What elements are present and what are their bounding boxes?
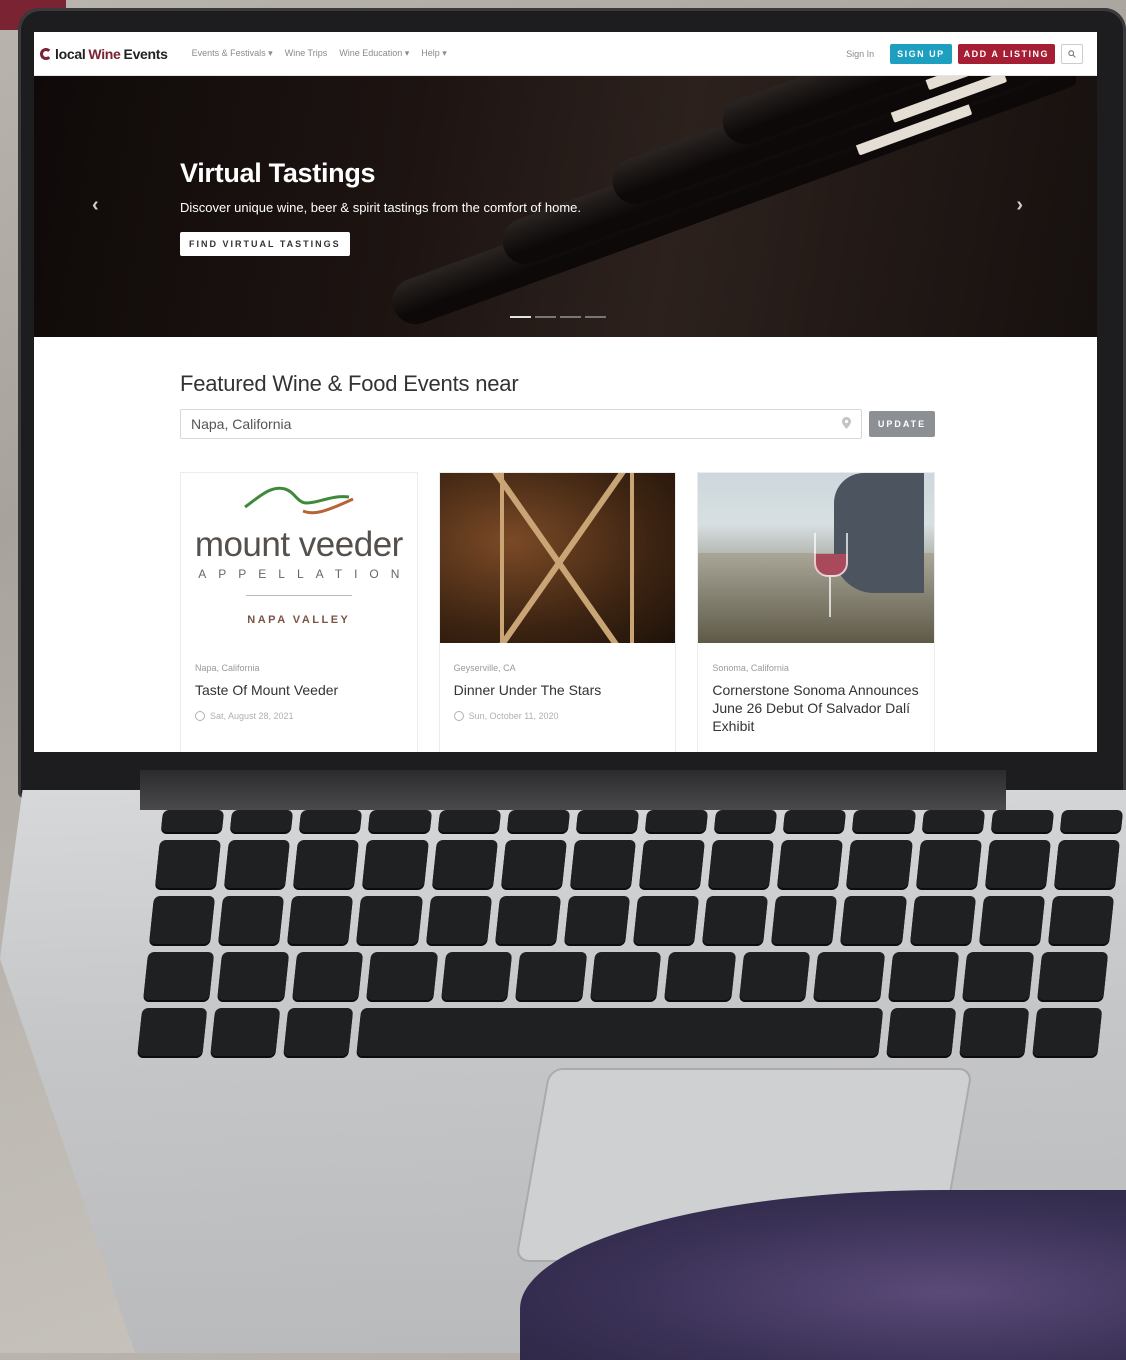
card-location: Geyserville, CA [453, 663, 516, 673]
card-date: Sun, October 11, 2020 [453, 711, 662, 721]
mountain-logo-icon [243, 486, 354, 515]
location-input[interactable]: Napa, California [180, 409, 862, 439]
map-pin-icon [842, 416, 851, 432]
napa-valley-wordmark: NAPA VALLEY [247, 614, 351, 626]
featured-events-section: Featured Wine & Food Events near Napa, C… [34, 371, 1097, 752]
featured-title: Featured Wine & Food Events near [180, 371, 519, 396]
card-date-text: Sun, October 11, 2020 [468, 711, 559, 721]
sign-up-button[interactable]: SIGN UP [890, 43, 952, 64]
search-button[interactable] [1061, 43, 1083, 64]
event-cards: mount veeder APPELLATION NAPA VALLEY Nap… [180, 472, 936, 752]
hero-subtitle: Discover unique wine, beer & spirit tast… [180, 200, 582, 215]
nav-links: Events & Festivals ▾ Wine Trips Wine Edu… [192, 48, 447, 59]
clock-icon [195, 711, 205, 721]
card-title[interactable]: Dinner Under The Stars [454, 681, 662, 699]
mount-veeder-logo: mount veeder APPELLATION NAPA VALLEY [181, 473, 417, 643]
card-title[interactable]: Cornerstone Sonoma Announces June 26 Deb… [712, 681, 920, 735]
add-listing-button[interactable]: ADD A LISTING [957, 43, 1055, 64]
logo-wine: Wine [88, 45, 121, 62]
carousel-prev-arrow-icon[interactable]: ‹ [92, 194, 99, 217]
carousel-dot[interactable] [535, 316, 556, 318]
appellation-wordmark: APPELLATION [198, 567, 412, 581]
update-button[interactable]: UPDATE [869, 411, 935, 437]
nav-events-festivals[interactable]: Events & Festivals ▾ [192, 48, 273, 59]
event-card-dinner-under-the-stars[interactable]: Geyserville, CA Dinner Under The Stars S… [438, 472, 677, 752]
carousel-dot[interactable] [585, 316, 606, 318]
mount-veeder-wordmark: mount veeder [194, 525, 404, 564]
location-value: Napa, California [191, 416, 292, 432]
nav-wine-trips[interactable]: Wine Trips [285, 48, 328, 59]
sign-in-link[interactable]: Sign In [846, 49, 874, 59]
keyboard [137, 810, 1124, 1060]
card-date-text: Sat, August 28, 2021 [210, 711, 294, 721]
hero-title: Virtual Tastings [180, 158, 376, 188]
wine-glass-photo [698, 473, 935, 643]
site-logo[interactable]: local Wine Events [40, 46, 168, 62]
location-search-row: Napa, California UPDATE [180, 409, 935, 439]
carousel-next-arrow-icon[interactable]: › [1016, 194, 1023, 217]
carousel-dot[interactable] [510, 316, 531, 318]
laptop-hinge [140, 770, 1006, 810]
carousel-dot[interactable] [560, 316, 581, 318]
search-icon [1068, 49, 1076, 58]
wine-cellar-photo [439, 473, 676, 643]
card-title[interactable]: Taste Of Mount Veeder [195, 681, 403, 699]
event-card-cornerstone-sonoma[interactable]: Sonoma, California Cornerstone Sonoma An… [697, 472, 936, 752]
nav-wine-education[interactable]: Wine Education ▾ [339, 48, 409, 59]
nav-help[interactable]: Help ▾ [421, 48, 447, 59]
logo-mark-icon [40, 47, 52, 60]
logo-divider [245, 595, 352, 596]
logo-suffix: Events [123, 45, 168, 62]
find-virtual-tastings-button[interactable]: FIND VIRTUAL TASTINGS [180, 232, 350, 256]
hero-carousel: ‹ › Virtual Tastings Discover unique win… [34, 76, 1097, 337]
laptop-screen: local Wine Events Events & Festivals ▾ Win… [34, 32, 1097, 752]
event-card-taste-of-mount-veeder[interactable]: mount veeder APPELLATION NAPA VALLEY Nap… [180, 472, 418, 752]
card-location: Sonoma, California [712, 663, 789, 673]
card-location: Napa, California [195, 663, 260, 673]
card-date: Sat, August 28, 2021 [195, 711, 403, 721]
logo-prefix: local [55, 45, 86, 62]
carousel-indicators [510, 316, 606, 318]
clock-icon [453, 711, 464, 721]
navbar: local Wine Events Events & Festivals ▾ Win… [34, 32, 1097, 76]
